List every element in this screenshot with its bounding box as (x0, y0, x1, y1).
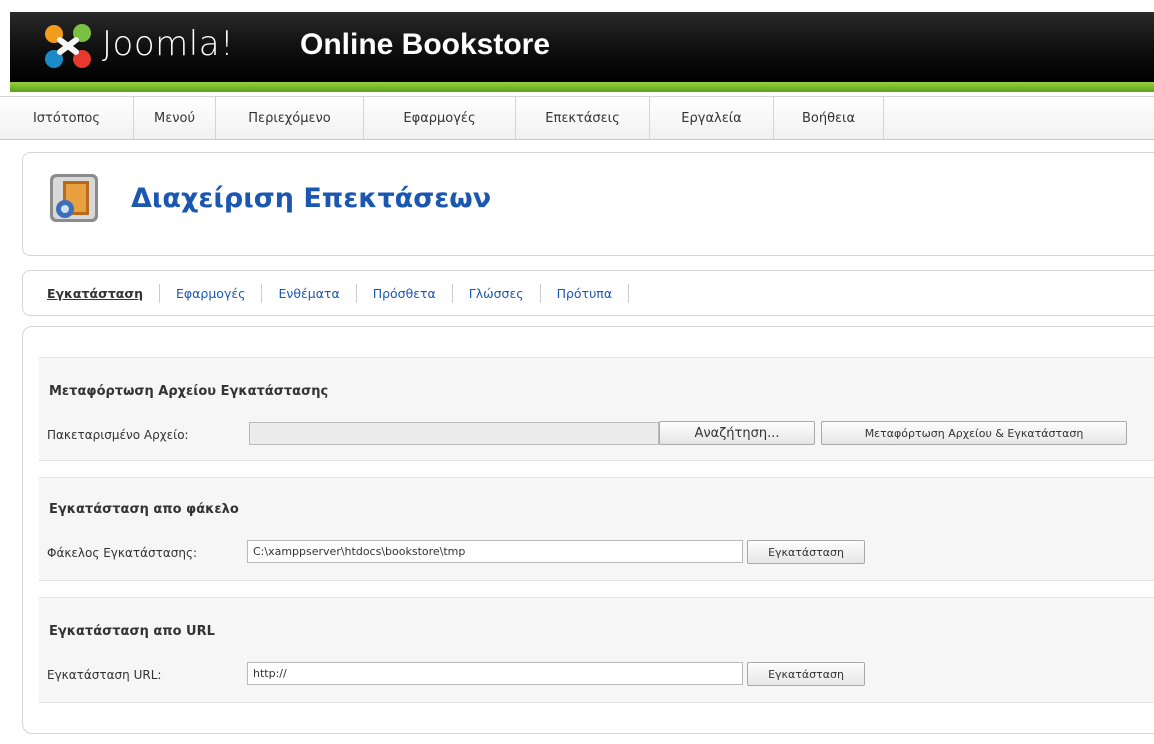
menu-item-content[interactable]: Περιεχόμενο (216, 97, 364, 139)
tab-modules[interactable]: Ενθέματα (262, 284, 357, 303)
upload-package-panel: Μεταφόρτωση Αρχείου Εγκατάστασης Πακεταρ… (39, 357, 1154, 461)
tab-templates[interactable]: Πρότυπα (541, 284, 630, 303)
menu-item-tools[interactable]: Εργαλεία (650, 97, 774, 139)
upload-install-button[interactable]: Μεταφόρτωση Αρχείου & Εγκατάσταση (821, 421, 1127, 445)
submenu-box: Εγκατάσταση Εφαρμογές Ενθέματα Πρόσθετα … (22, 270, 1154, 316)
header-accent-bar (10, 82, 1154, 92)
install-url-panel: Εγκατάσταση απο URL Εγκατάσταση URL: Εγκ… (39, 597, 1154, 703)
package-file-label: Πακεταρισμένο Αρχείο: (47, 428, 189, 442)
install-url-label: Εγκατάσταση URL: (47, 668, 162, 682)
main-menu: Ιστότοπος Μενού Περιεχόμενο Εφαρμογές Επ… (0, 96, 1154, 140)
install-url-input[interactable] (247, 662, 743, 685)
menu-item-extensions[interactable]: Επεκτάσεις (516, 97, 650, 139)
content-box: Μεταφόρτωση Αρχείου Εγκατάστασης Πακεταρ… (22, 326, 1154, 734)
extension-manager-icon (50, 174, 98, 222)
menu-item-help[interactable]: Βοήθεια (774, 97, 884, 139)
page-header-box: Διαχείριση Επεκτάσεων (22, 152, 1154, 256)
url-panel-title: Εγκατάσταση απο URL (49, 624, 215, 639)
site-title: Online Bookstore (300, 28, 551, 61)
menu-item-site[interactable]: Ιστότοπος (0, 97, 134, 139)
page-title: Διαχείριση Επεκτάσεων (131, 183, 492, 214)
directory-panel-title: Εγκατάσταση απο φάκελο (49, 502, 239, 517)
joomla-brand: Joomla! (102, 24, 235, 64)
install-directory-input[interactable] (247, 540, 743, 563)
menu-item-menus[interactable]: Μενού (134, 97, 216, 139)
install-directory-button[interactable]: Εγκατάσταση (747, 540, 865, 564)
tab-install[interactable]: Εγκατάσταση (39, 284, 161, 303)
package-file-input[interactable] (249, 422, 659, 445)
admin-header: Joomla! Online Bookstore (10, 12, 1154, 82)
tab-plugins[interactable]: Πρόσθετα (357, 284, 453, 303)
upload-panel-title: Μεταφόρτωση Αρχείου Εγκατάστασης (49, 384, 329, 399)
joomla-logo-icon (45, 24, 91, 68)
menu-item-components[interactable]: Εφαρμογές (364, 97, 516, 139)
tab-components[interactable]: Εφαρμογές (160, 284, 263, 303)
install-directory-label: Φάκελος Εγκατάστασης: (47, 546, 198, 560)
browse-button[interactable]: Αναζήτηση... (659, 421, 815, 445)
submenu: Εγκατάσταση Εφαρμογές Ενθέματα Πρόσθετα … (39, 284, 630, 303)
install-url-button[interactable]: Εγκατάσταση (747, 662, 865, 686)
install-directory-panel: Εγκατάσταση απο φάκελο Φάκελος Εγκατάστα… (39, 477, 1154, 581)
tab-languages[interactable]: Γλώσσες (453, 284, 541, 303)
